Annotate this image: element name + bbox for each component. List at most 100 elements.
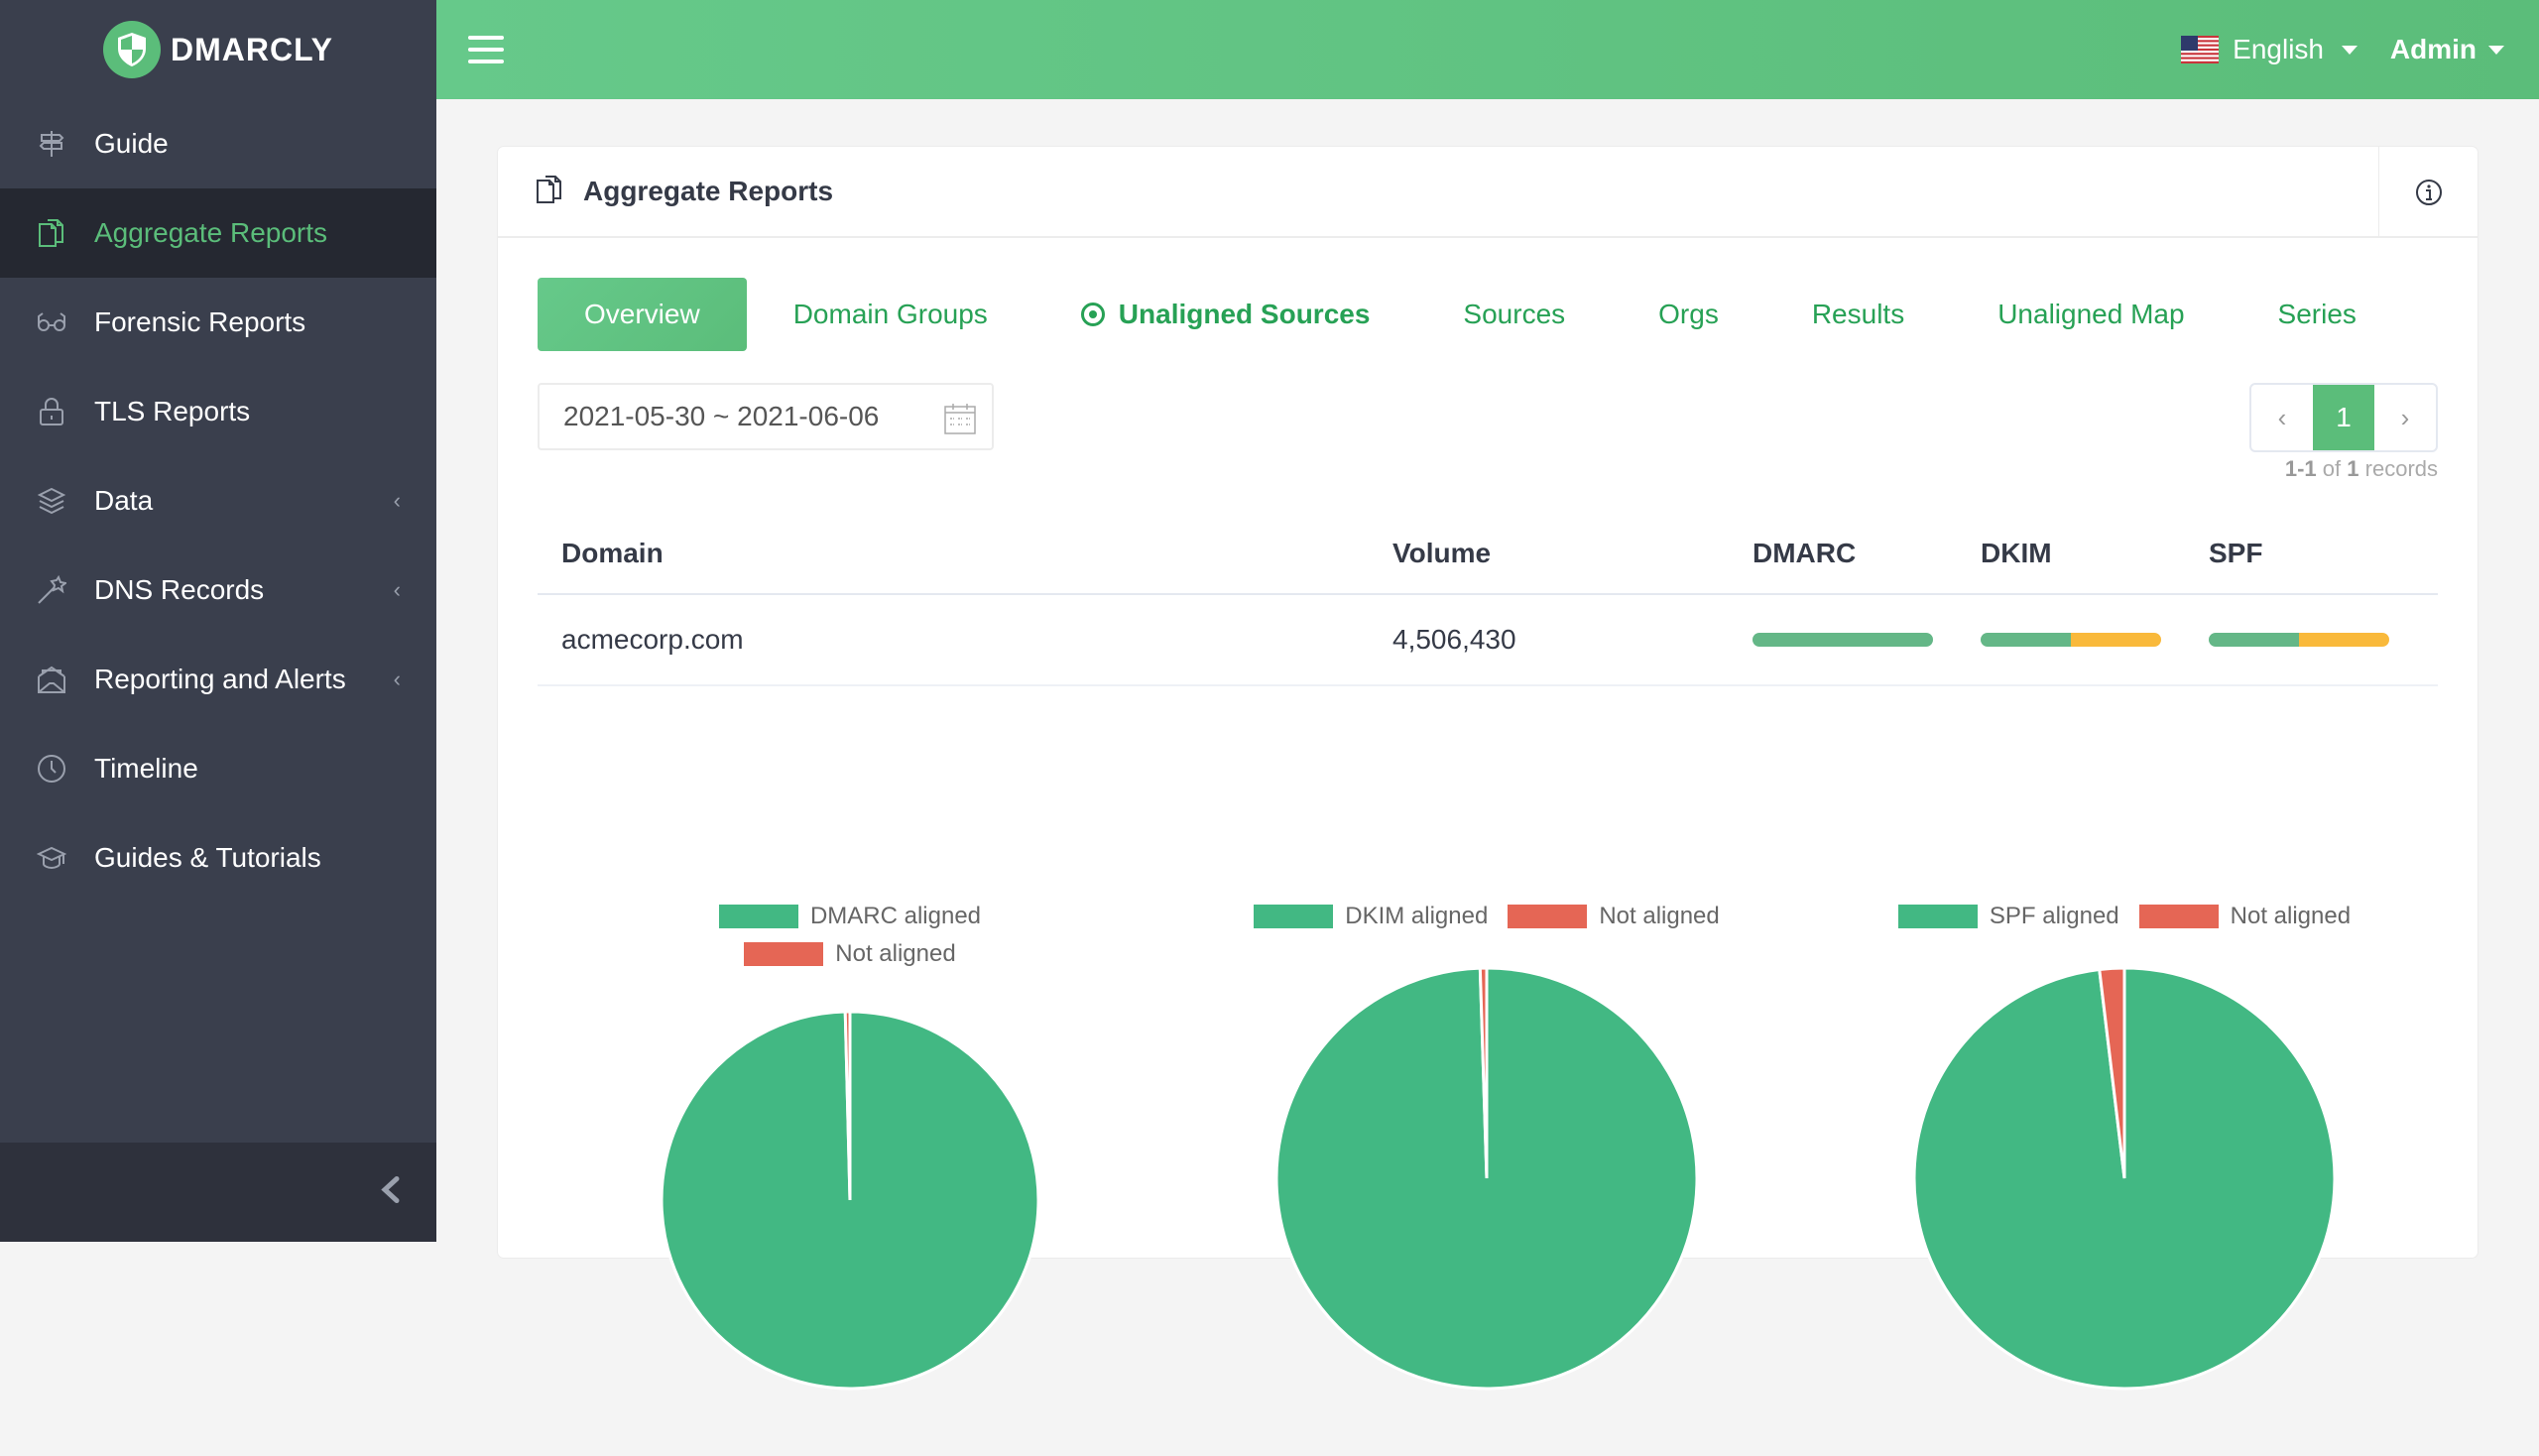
logo[interactable]: DMARCLY xyxy=(0,0,436,99)
documents-icon xyxy=(536,175,563,209)
page-1-button[interactable]: 1 xyxy=(2313,385,2374,450)
brand-name: DMARCLY xyxy=(170,31,334,67)
sidebar-item-guides-tutorials[interactable]: Guides & Tutorials xyxy=(0,813,436,903)
sidebar-item-tls-reports[interactable]: TLS Reports xyxy=(0,367,436,456)
tab-domain-groups[interactable]: Domain Groups xyxy=(747,278,1034,351)
records-of: of xyxy=(2322,456,2342,481)
cell-domain[interactable]: acmecorp.com xyxy=(538,624,1392,656)
sidebar-item-aggregate-reports[interactable]: Aggregate Reports xyxy=(0,188,436,278)
cell-dkim xyxy=(1981,633,2209,647)
date-range-value: 2021-05-30 ~ 2021-06-06 xyxy=(563,401,880,431)
tab-label: Domain Groups xyxy=(792,299,988,329)
legend-label: SPF aligned xyxy=(1989,903,2119,929)
sidebar-item-timeline[interactable]: Timeline xyxy=(0,724,436,813)
calendar-icon[interactable] xyxy=(942,401,978,443)
legend-swatch xyxy=(2138,905,2219,928)
next-page-button[interactable]: › xyxy=(2374,385,2436,450)
chevron-left-icon: ‹ xyxy=(393,488,401,513)
graduation-cap-icon xyxy=(36,842,67,874)
header-dmarc[interactable]: DMARC xyxy=(1753,538,1981,569)
tab-label: Orgs xyxy=(1658,299,1719,329)
bar-aligned-segment xyxy=(1753,633,1933,647)
page-title: Aggregate Reports xyxy=(583,176,834,206)
sidebar-item-label: Data xyxy=(94,485,154,516)
shield-logo-icon xyxy=(102,21,161,78)
sidebar-item-guide[interactable]: Guide xyxy=(0,99,436,188)
cell-dmarc xyxy=(1753,633,1981,647)
language-label: English xyxy=(2233,34,2324,64)
documents-icon xyxy=(36,217,67,249)
legend-item[interactable]: SPF aligned xyxy=(1897,903,2119,930)
signpost-icon xyxy=(36,128,67,160)
legend-label: Not aligned xyxy=(2230,903,2352,929)
collapse-sidebar-button[interactable] xyxy=(379,1175,401,1210)
sidebar-item-reporting-and-alerts[interactable]: Reporting and Alerts ‹ xyxy=(0,635,436,724)
bar-aligned-segment xyxy=(2209,633,2299,647)
caret-down-icon xyxy=(2342,45,2358,55)
magic-wand-icon xyxy=(36,574,67,606)
tab-label: Results xyxy=(1811,299,1905,329)
sidebar-item-label: Timeline xyxy=(94,753,198,784)
legend-item[interactable]: Not aligned xyxy=(2138,903,2352,930)
chevron-left-icon: ‹ xyxy=(393,577,401,602)
cell-volume: 4,506,430 xyxy=(1392,624,1516,655)
sidebar-footer xyxy=(0,1143,436,1242)
tab-label: Unaligned Sources xyxy=(1118,299,1371,329)
us-flag-icon xyxy=(2181,36,2220,63)
header-spf[interactable]: SPF xyxy=(2209,538,2437,569)
records-label: records xyxy=(2364,456,2438,481)
sidebar-item-label: Guide xyxy=(94,128,169,159)
pagination: ‹ 1 › xyxy=(2249,383,2438,452)
hamburger-icon xyxy=(468,36,504,40)
sidebar-item-label: TLS Reports xyxy=(94,396,251,426)
spf-progress-bar xyxy=(2209,633,2389,647)
tab-series[interactable]: Series xyxy=(2232,278,2403,351)
radio-selected-icon xyxy=(1080,303,1105,326)
header-volume[interactable]: Volume xyxy=(1392,538,1753,569)
bar-other-segment xyxy=(2071,633,2161,647)
tab-unaligned-sources[interactable]: Unaligned Sources xyxy=(1034,278,1417,351)
user-label: Admin xyxy=(2389,34,2477,64)
table-row[interactable]: acmecorp.com 4,506,430 xyxy=(538,595,2438,686)
caret-down-icon xyxy=(2488,45,2504,55)
sidebar: DMARCLY Guide Aggregate Reports Forensic… xyxy=(0,0,436,1242)
user-dropdown[interactable]: Admin xyxy=(2390,34,2504,65)
sidebar-item-label: Aggregate Reports xyxy=(94,217,328,248)
tab-label: Sources xyxy=(1463,299,1566,329)
tab-label: Unaligned Map xyxy=(1997,299,2185,329)
sidebar-item-label: DNS Records xyxy=(94,574,265,605)
sidebar-item-data[interactable]: Data ‹ xyxy=(0,456,436,546)
table-header: Domain Volume DMARC DKIM SPF xyxy=(538,514,2438,595)
header-dkim[interactable]: DKIM xyxy=(1981,538,2209,569)
sidebar-item-forensic-reports[interactable]: Forensic Reports xyxy=(0,278,436,367)
tab-orgs[interactable]: Orgs xyxy=(1612,278,1765,351)
bar-other-segment xyxy=(2299,633,2389,647)
language-dropdown[interactable]: English xyxy=(2181,34,2358,65)
chevron-left-icon xyxy=(381,1176,400,1203)
tab-label: Overview xyxy=(584,299,700,329)
prev-page-button[interactable]: ‹ xyxy=(2251,385,2313,450)
info-button[interactable] xyxy=(2378,147,2478,238)
chart-legend: SPF aligned Not aligned xyxy=(1827,903,2422,930)
tab-overview[interactable]: Overview xyxy=(538,278,747,351)
bar-aligned-segment xyxy=(1981,633,2071,647)
sidebar-item-dns-records[interactable]: DNS Records ‹ xyxy=(0,546,436,635)
clock-icon xyxy=(36,753,67,785)
tab-unaligned-map[interactable]: Unaligned Map xyxy=(1951,278,2231,351)
lock-icon xyxy=(36,396,67,427)
date-range-input[interactable]: 2021-05-30 ~ 2021-06-06 xyxy=(538,383,994,450)
header-domain[interactable]: Domain xyxy=(538,538,1392,569)
records-range: 1-1 xyxy=(2284,456,2317,481)
sidebar-item-label: Reporting and Alerts xyxy=(94,664,346,694)
cell-spf xyxy=(2209,633,2437,647)
layers-icon xyxy=(36,485,67,517)
records-total: 1 xyxy=(2347,456,2359,481)
records-count: 1-1 of 1 records xyxy=(2285,456,2438,482)
top-bar: English Admin xyxy=(436,0,2539,99)
domains-table: Domain Volume DMARC DKIM SPF acmecorp.co… xyxy=(538,514,2438,686)
tab-sources[interactable]: Sources xyxy=(1416,278,1612,351)
menu-toggle-button[interactable] xyxy=(468,36,504,63)
tab-results[interactable]: Results xyxy=(1765,278,1951,351)
legend-swatch xyxy=(1897,905,1978,928)
alignment-charts: DMARC aligned Not aligned DKIM aligned Not… xyxy=(498,762,2478,1391)
